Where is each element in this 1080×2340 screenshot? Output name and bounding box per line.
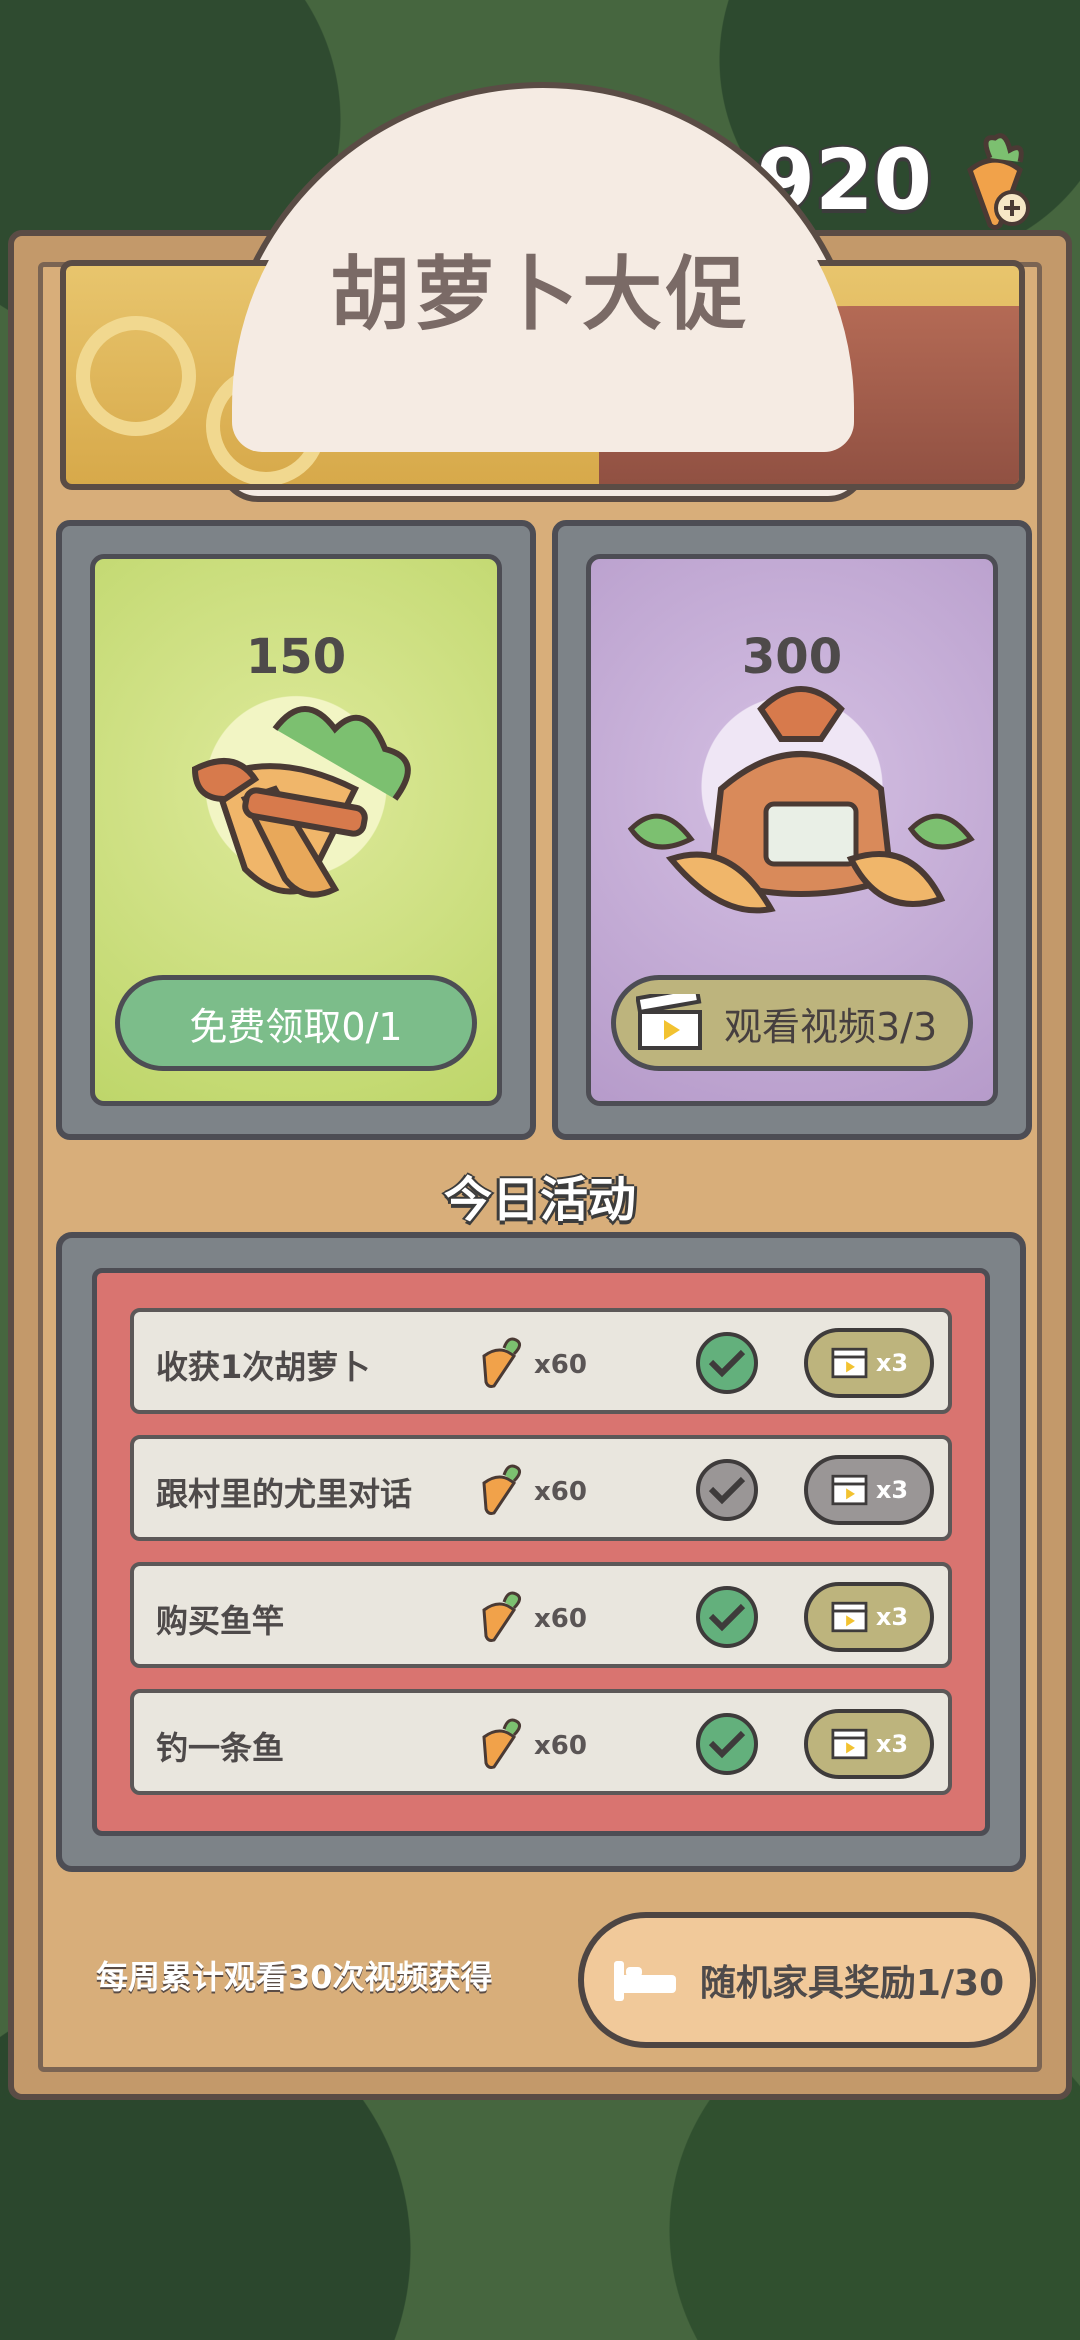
video-offer-panel: 300 观看视频3/3 xyxy=(586,554,998,1106)
offer-price: 150 xyxy=(245,629,347,685)
task-video-label: x3 xyxy=(875,1349,909,1377)
bed-icon xyxy=(613,1961,676,2001)
task-row: 跟村里的尤里对话 x60 x3 xyxy=(130,1435,952,1541)
free-claim-button[interactable]: 免费领取0/1 xyxy=(115,975,477,1071)
carrot-icon xyxy=(482,1464,521,1515)
video-clapper-icon xyxy=(831,1601,868,1633)
task-label: 跟村里的尤里对话 xyxy=(156,1475,413,1513)
carrot-icon xyxy=(482,1337,521,1388)
task-check-icon xyxy=(696,1586,758,1648)
weekly-progress-text: 每周累计观看30次视频获得 xyxy=(96,1958,493,1996)
task-row: 钓一条鱼 x60 x3 xyxy=(130,1689,952,1795)
watch-video-label: 观看视频3/3 xyxy=(724,1004,938,1049)
video-offer-card: 300 观看视频3/3 xyxy=(552,520,1032,1140)
task-label: 收获1次胡萝卜 xyxy=(156,1348,371,1386)
task-video-button[interactable]: x3 xyxy=(804,1455,934,1525)
video-clapper-icon xyxy=(831,1474,868,1506)
section-title: 今日活动 xyxy=(443,1172,636,1228)
task-reward-qty: x60 xyxy=(534,1350,587,1380)
task-video-button[interactable]: x3 xyxy=(804,1582,934,1652)
swirl-decoration xyxy=(76,316,196,436)
carrot-icon xyxy=(482,1718,521,1769)
task-check-icon xyxy=(696,1332,758,1394)
task-video-label: x3 xyxy=(875,1730,909,1758)
task-label: 钓一条鱼 xyxy=(156,1729,285,1767)
furniture-reward-label: 随机家具奖励1/30 xyxy=(699,1963,1005,2004)
task-check-icon xyxy=(696,1459,758,1521)
video-clapper-icon xyxy=(636,994,702,1050)
free-claim-label: 免费领取0/1 xyxy=(189,1004,403,1049)
watch-video-button[interactable]: 观看视频3/3 xyxy=(611,975,973,1071)
free-offer-panel: 150 免费领取0/1 xyxy=(90,554,502,1106)
carrot-icon xyxy=(482,1591,521,1642)
task-video-label: x3 xyxy=(875,1603,909,1631)
furniture-reward-button[interactable]: 随机家具奖励1/30 xyxy=(578,1912,1036,2048)
task-row: 购买鱼竿 x60 x3 xyxy=(130,1562,952,1668)
carrot-sack-icon xyxy=(627,686,975,914)
task-label: 购买鱼竿 xyxy=(156,1602,285,1640)
task-reward-qty: x60 xyxy=(534,1731,587,1761)
task-reward-qty: x60 xyxy=(534,1477,587,1507)
task-row: 收获1次胡萝卜 x60 x3 xyxy=(130,1308,952,1414)
task-video-button[interactable]: x3 xyxy=(804,1328,934,1398)
carrot-bundle-icon xyxy=(191,706,411,898)
page-title: 胡萝卜大促 xyxy=(330,248,750,341)
video-clapper-icon xyxy=(831,1347,868,1379)
task-video-label: x3 xyxy=(875,1476,909,1504)
free-offer-card: 150 免费领取0/1 xyxy=(56,520,536,1140)
video-clapper-icon xyxy=(831,1728,868,1760)
task-video-button[interactable]: x3 xyxy=(804,1709,934,1779)
task-reward-qty: x60 xyxy=(534,1604,587,1634)
carrot-plus-icon xyxy=(967,133,1030,230)
task-check-icon xyxy=(696,1713,758,1775)
